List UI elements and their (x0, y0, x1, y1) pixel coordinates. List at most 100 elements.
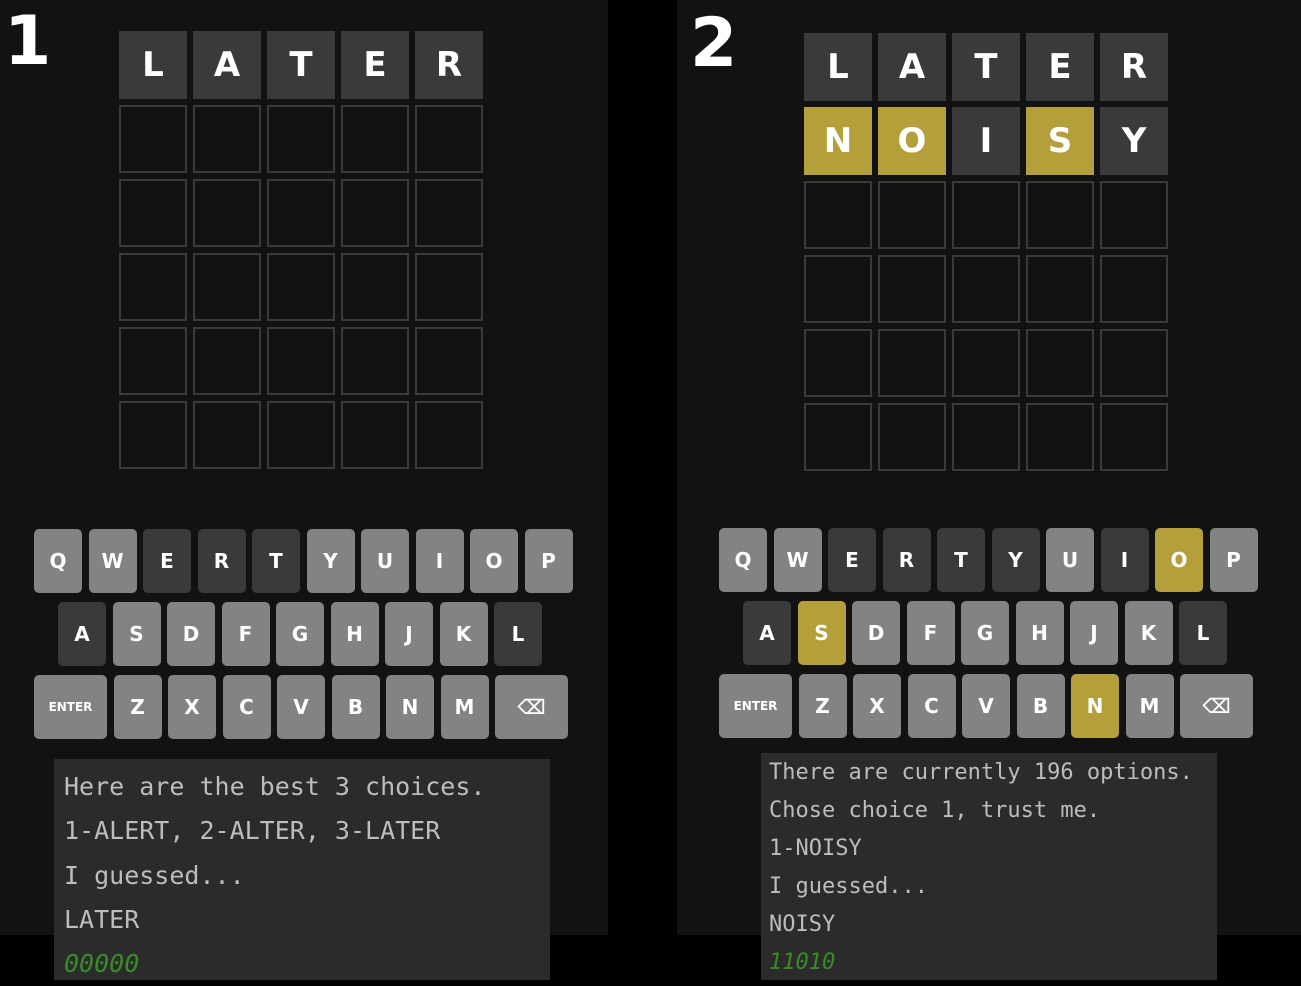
board-tile (193, 327, 261, 395)
board-tile (1026, 329, 1094, 397)
key-u[interactable]: U (1046, 528, 1094, 592)
board-tile (119, 401, 187, 469)
board-tile (952, 329, 1020, 397)
backspace-key[interactable]: ⌫ (1180, 674, 1253, 738)
board-tile (267, 401, 335, 469)
game-board-1: LATER (119, 31, 483, 469)
key-i[interactable]: I (1100, 528, 1149, 592)
console-line: 1-NOISY (769, 836, 862, 861)
key-b[interactable]: B (1016, 674, 1065, 738)
board-tile (415, 179, 483, 247)
key-x[interactable]: X (168, 675, 216, 739)
key-d[interactable]: D (852, 601, 900, 665)
key-f[interactable]: F (221, 602, 270, 666)
board-tile: T (952, 33, 1020, 101)
key-j[interactable]: J (1070, 601, 1118, 665)
board-tile (804, 329, 872, 397)
key-a[interactable]: A (743, 601, 791, 665)
enter-key[interactable]: ENTER (34, 675, 107, 739)
key-e[interactable]: E (828, 528, 876, 592)
key-g[interactable]: G (276, 602, 324, 666)
key-v[interactable]: V (962, 674, 1010, 738)
key-m[interactable]: M (1125, 674, 1174, 738)
key-s[interactable]: S (112, 602, 161, 666)
key-m[interactable]: M (440, 675, 489, 739)
board-tile: I (952, 107, 1020, 175)
backspace-key[interactable]: ⌫ (495, 675, 568, 739)
board-tile (119, 253, 187, 321)
key-i[interactable]: I (415, 529, 464, 593)
board-tile: L (804, 33, 872, 101)
key-c[interactable]: C (222, 675, 271, 739)
board-tile (878, 181, 946, 249)
key-q[interactable]: Q (719, 528, 767, 592)
board-tile: E (341, 31, 409, 99)
key-f[interactable]: F (906, 601, 955, 665)
board-tile: A (193, 31, 261, 99)
key-q[interactable]: Q (34, 529, 82, 593)
board-tile: A (878, 33, 946, 101)
key-c[interactable]: C (907, 674, 956, 738)
key-a[interactable]: A (58, 602, 106, 666)
board-tile (341, 253, 409, 321)
board-tile (1026, 403, 1094, 471)
key-g[interactable]: G (961, 601, 1009, 665)
key-k[interactable]: K (439, 602, 488, 666)
key-p[interactable]: P (524, 529, 573, 593)
key-n[interactable]: N (1071, 674, 1119, 738)
key-x[interactable]: X (853, 674, 901, 738)
key-e[interactable]: E (143, 529, 191, 593)
key-k[interactable]: K (1124, 601, 1173, 665)
key-b[interactable]: B (331, 675, 380, 739)
key-h[interactable]: H (330, 602, 379, 666)
key-w[interactable]: W (88, 529, 137, 593)
key-t[interactable]: T (252, 529, 300, 593)
board-tile (804, 255, 872, 323)
key-z[interactable]: Z (798, 674, 847, 738)
board-tile (1100, 255, 1168, 323)
key-y[interactable]: Y (991, 528, 1040, 592)
key-j[interactable]: J (385, 602, 433, 666)
board-tile (341, 105, 409, 173)
console-output-1: Here are the best 3 choices. 1-ALERT, 2-A… (54, 759, 550, 980)
key-l[interactable]: L (1179, 601, 1227, 665)
key-s[interactable]: S (797, 601, 846, 665)
board-tile (878, 255, 946, 323)
panel-number-2: 2 (690, 4, 738, 83)
board-tile (415, 105, 483, 173)
board-tile (804, 403, 872, 471)
board-tile (1100, 181, 1168, 249)
console-line: I guessed... (769, 874, 928, 899)
key-o[interactable]: O (470, 529, 518, 593)
console-line: NOISY (769, 912, 836, 937)
key-t[interactable]: T (937, 528, 985, 592)
key-p[interactable]: P (1209, 528, 1258, 592)
board-tile (878, 403, 946, 471)
key-r[interactable]: R (197, 529, 246, 593)
key-w[interactable]: W (773, 528, 822, 592)
key-o[interactable]: O (1155, 528, 1203, 592)
board-tile (119, 105, 187, 173)
board-tile (1026, 255, 1094, 323)
key-u[interactable]: U (361, 529, 409, 593)
key-n[interactable]: N (386, 675, 434, 739)
key-v[interactable]: V (277, 675, 325, 739)
board-tile (804, 181, 872, 249)
console-output-2: There are currently 196 options. Chose ch… (761, 753, 1217, 980)
key-r[interactable]: R (882, 528, 931, 592)
feedback-code: 11010 (769, 950, 836, 975)
board-tile (341, 401, 409, 469)
board-tile (193, 401, 261, 469)
key-y[interactable]: Y (306, 529, 355, 593)
board-tile (193, 105, 261, 173)
board-tile: Y (1100, 107, 1168, 175)
key-z[interactable]: Z (113, 675, 162, 739)
board-tile (267, 105, 335, 173)
key-l[interactable]: L (494, 602, 542, 666)
console-line: Chose choice 1, trust me. (769, 798, 1101, 823)
board-tile (878, 329, 946, 397)
enter-key[interactable]: ENTER (719, 674, 792, 738)
key-d[interactable]: D (167, 602, 215, 666)
key-h[interactable]: H (1015, 601, 1064, 665)
game-board-2: LATER NOISY (804, 33, 1168, 471)
